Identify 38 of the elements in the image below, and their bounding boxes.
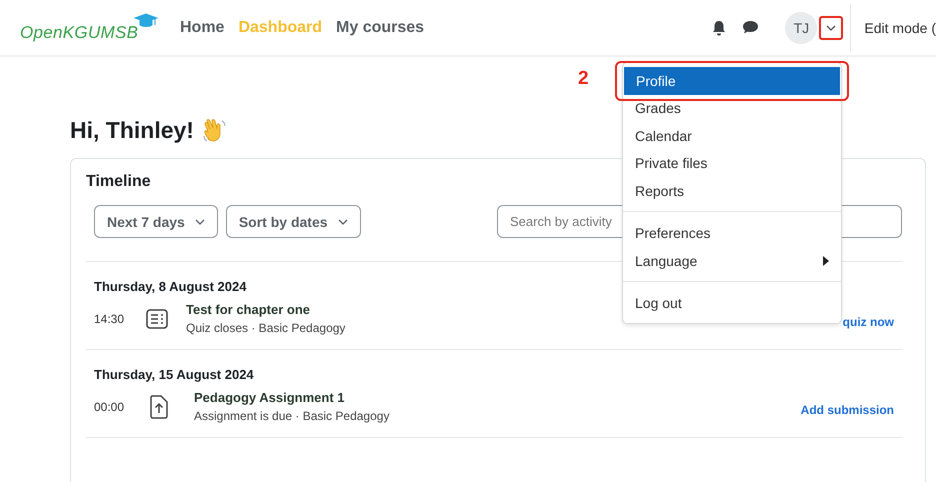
menu-item[interactable]: Reports [623,177,841,204]
menu-item[interactable]: Language [623,247,841,274]
submenu-arrow-icon [823,256,829,266]
timeline-title: Timeline [86,173,151,191]
nav-link[interactable]: Home [180,18,224,36]
chat-icon[interactable] [742,20,760,35]
edit-mode-label: Edit mode ( [864,20,936,36]
event-detail: Quiz closes · Basic Pedagogy [186,321,346,335]
file-upload-icon [150,394,168,418]
chevron-down-icon [338,218,348,224]
chevron-down-icon [194,218,205,224]
event-action-link[interactable]: quiz now [842,314,894,328]
caret-icon [826,24,836,30]
filter-dropdown[interactable]: Sort by dates [226,205,361,238]
menu-item[interactable]: Profile [624,67,840,94]
site-logo[interactable]: OpenKGUMSB [20,22,138,42]
event-time: 14:30 [94,312,126,326]
event-detail: Assignment is due · Basic Pedagogy [194,409,390,423]
event-title[interactable]: Test for chapter one [186,302,346,317]
user-avatar[interactable]: TJ [785,12,818,44]
event-action-link[interactable]: Add submission [800,402,894,416]
bell-icon[interactable] [712,20,726,36]
waving-hand-icon [202,118,228,144]
menu-item[interactable]: Log out [623,290,841,317]
step-number: 2 [578,68,589,90]
quiz-icon [146,308,168,328]
menu-item[interactable]: Preferences [623,220,841,247]
menu-item[interactable]: Private files [623,150,841,177]
greeting-heading: Hi, Thinley! [70,117,194,144]
date-heading: Thursday, 8 August 2024 [94,279,248,294]
date-heading: Thursday, 15 August 2024 [94,367,255,382]
filter-dropdown[interactable]: Next 7 days [94,205,218,238]
event-time: 00:00 [94,400,126,414]
user-menu-toggle[interactable] [819,16,844,40]
menu-item[interactable]: Grades [623,94,841,122]
nav-link[interactable]: My courses [336,18,424,36]
event-title[interactable]: Pedagogy Assignment 1 [194,390,390,405]
menu-item[interactable]: Calendar [623,122,841,150]
